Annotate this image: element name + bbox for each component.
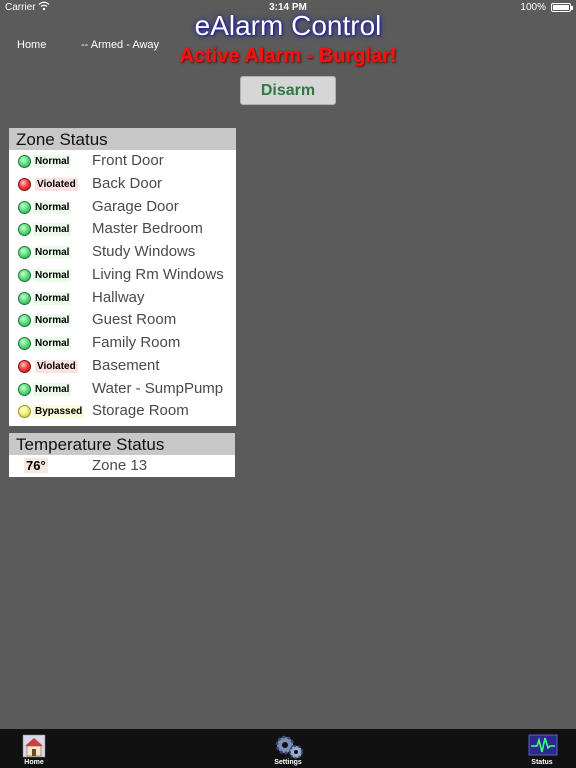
disarm-button[interactable]: Disarm: [240, 76, 336, 105]
house-icon: [22, 734, 46, 758]
temperature-row: 76° Zone 13: [9, 455, 235, 477]
zone-status-led-icon: [18, 291, 31, 305]
zone-row: Normal Living Rm Windows: [9, 264, 236, 287]
zone-state-badge: Normal: [33, 291, 72, 305]
zone-name: Hallway: [92, 288, 145, 306]
zone-state-badge: Normal: [33, 314, 72, 328]
zone-row: Violated Back Door: [9, 173, 236, 196]
temperature-value: 76°: [24, 458, 48, 473]
zone-status-led-icon: [18, 382, 31, 396]
temperature-zone: Zone 13: [92, 457, 148, 474]
zone-status-led-icon: [18, 155, 31, 168]
zone-status-led-icon: [18, 246, 31, 259]
alarm-status: Active Alarm - Burglar!: [179, 45, 397, 67]
zone-state-badge: Violated: [35, 177, 78, 191]
zone-state-badge: Normal: [33, 223, 72, 237]
zone-name: Guest Room: [92, 311, 177, 329]
zone-status-led-icon: [18, 405, 31, 419]
zone-row: Normal Garage Door: [9, 196, 236, 219]
zone-status-led-icon: [18, 200, 31, 214]
zone-name: Garage Door: [92, 197, 179, 215]
zone-name: Master Bedroom: [92, 220, 203, 238]
zone-row: Normal Front Door: [9, 150, 236, 173]
tab-status[interactable]: Status: [522, 729, 562, 768]
zone-row: Violated Basement: [9, 355, 236, 378]
zone-status-led-icon: [18, 223, 31, 237]
zone-name: Basement: [92, 356, 160, 374]
zone-list: Normal Front Door Violated Back Door Normal G…: [9, 150, 236, 426]
temperature-status-title: Temperature Status: [9, 433, 235, 455]
zone-state-badge: Normal: [33, 200, 72, 214]
zone-name: Water - SumpPump: [92, 379, 224, 397]
temperature-status-panel: Temperature Status 76° Zone 13: [9, 433, 235, 477]
zone-state-badge: Normal: [33, 246, 72, 259]
zone-state-badge: Normal: [33, 155, 72, 168]
zone-state-badge: Normal: [33, 268, 72, 282]
tab-bar: Home Settings Status: [0, 729, 576, 768]
zone-status-led-icon: [18, 337, 31, 350]
zone-state-badge: Bypassed: [33, 405, 85, 419]
zone-name: Family Room: [92, 334, 181, 351]
zone-status-led-icon: [18, 268, 31, 282]
tab-settings[interactable]: Settings: [268, 729, 308, 768]
zone-status-panel: Zone Status Normal Front Door Violated Back…: [9, 128, 236, 426]
gears-icon: [275, 735, 303, 759]
zone-status-led-icon: [18, 314, 31, 328]
tab-settings-label: Settings: [274, 759, 302, 766]
pulse-monitor-icon: [528, 734, 558, 756]
zone-name: Study Windows: [92, 243, 196, 260]
zone-name: Front Door: [92, 152, 164, 169]
zone-row: Normal Guest Room: [9, 309, 236, 332]
zone-state-badge: Violated: [35, 359, 78, 373]
zone-row: Normal Hallway: [9, 287, 236, 310]
tab-status-label: Status: [531, 759, 553, 766]
zone-row: Bypassed Storage Room: [9, 400, 236, 423]
zone-status-led-icon: [18, 177, 31, 191]
zone-row: Normal Study Windows: [9, 241, 236, 264]
zone-row: Normal Water - SumpPump: [9, 378, 236, 401]
app-title: eAlarm Control: [194, 10, 382, 41]
zone-name: Back Door: [92, 174, 163, 192]
zone-name: Living Rm Windows: [92, 265, 224, 283]
zone-row: Normal Master Bedroom: [9, 218, 236, 241]
tab-home-label: Home: [24, 759, 44, 766]
zone-state-badge: Normal: [33, 382, 72, 396]
zone-name: Storage Room: [92, 402, 189, 420]
zone-row: Normal Family Room: [9, 332, 236, 355]
tab-home[interactable]: Home: [14, 729, 54, 768]
zone-status-title: Zone Status: [9, 128, 236, 150]
zone-status-led-icon: [18, 359, 31, 373]
zone-state-badge: Normal: [33, 337, 72, 350]
